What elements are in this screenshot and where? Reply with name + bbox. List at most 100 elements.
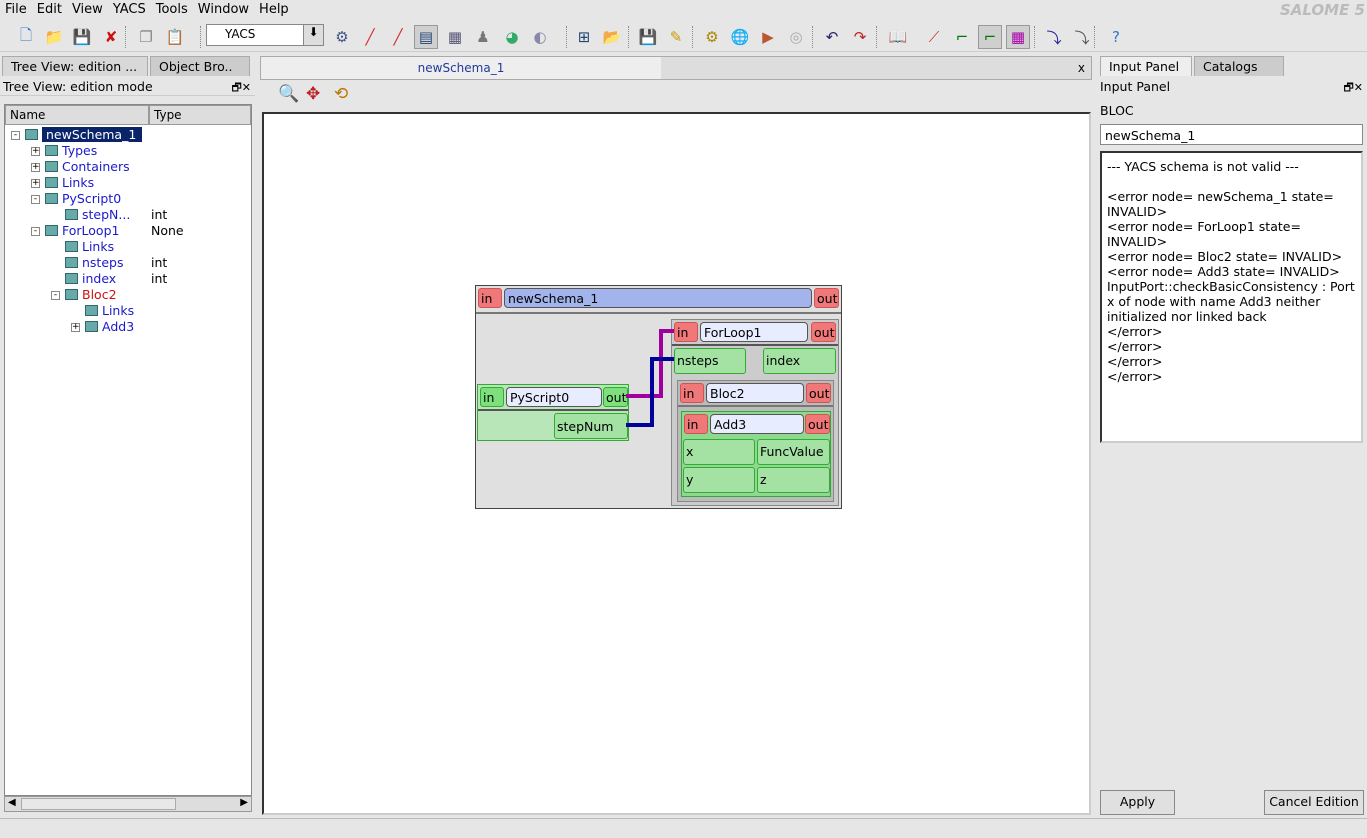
- geom-icon[interactable]: ╱: [358, 25, 382, 49]
- tree-node-icon: [25, 129, 38, 140]
- whats-this-icon[interactable]: ?: [1104, 25, 1128, 49]
- message-line: <error node= Bloc2 state= INVALID>: [1107, 249, 1343, 264]
- cancel-edition-button[interactable]: Cancel Edition: [1264, 790, 1364, 815]
- step-icon[interactable]: ⤵: [1042, 25, 1066, 49]
- save-schema-icon[interactable]: 💾: [636, 25, 660, 49]
- expand-icon[interactable]: +: [31, 179, 40, 188]
- edit-icon[interactable]: ✎: [664, 25, 688, 49]
- menu-help[interactable]: Help: [254, 0, 294, 17]
- tree-item-name: Links: [82, 239, 115, 254]
- tree-node-icon: [65, 241, 78, 252]
- message-line: <error node= Add3 state= INVALID>: [1107, 264, 1340, 279]
- tree-item-name: newSchema_1: [42, 127, 143, 142]
- tree-item-name: ForLoop1: [62, 223, 120, 238]
- copy-icon[interactable]: ❐: [134, 25, 158, 49]
- module-combo[interactable]: YACS ⬇: [206, 24, 324, 46]
- collapse-icon[interactable]: -: [31, 227, 40, 236]
- scroll-right-icon[interactable]: ▶: [240, 797, 248, 808]
- reset-view-icon[interactable]: ⟲: [334, 84, 348, 104]
- menu-yacs[interactable]: YACS: [108, 0, 151, 17]
- float-close-icon[interactable]: 🗗✕: [231, 79, 251, 98]
- tree-item[interactable]: Add3: [85, 319, 134, 335]
- tree-item[interactable]: newSchema_1: [25, 127, 143, 143]
- extra-icon[interactable]: ◐: [528, 25, 552, 49]
- book-icon[interactable]: 📖: [886, 25, 910, 49]
- toolbar: YACS ⬇ 🗋 📁 💾 ✘ ❐ 📋 ⚙ ╱ ╱ ▤ ▦ ♟ ◕ ◐ ⊞ 📂 💾 ✎ ⚙ 🌐 ▶ ◎ ↶ ↷ 📖 ⟋ ⌐ ⌐ ▦ ⤵ ⤵?: [0, 22, 1367, 52]
- schema-node[interactable]: in newSchema_1 out in PyScript0 out step…: [475, 285, 842, 509]
- tree-item[interactable]: Types: [45, 143, 97, 159]
- message-line: [1107, 174, 1356, 189]
- pan-icon[interactable]: ✥: [306, 84, 320, 104]
- tree-item[interactable]: Links: [65, 239, 114, 255]
- paste-icon[interactable]: 📋: [163, 25, 187, 49]
- tab-tree-view[interactable]: Tree View: edition ...: [2, 56, 148, 76]
- save-icon[interactable]: 💾: [70, 25, 94, 49]
- tab-input-panel[interactable]: Input Panel: [1100, 56, 1192, 76]
- expand-icon[interactable]: +: [31, 163, 40, 172]
- link-icon[interactable]: ⟋: [922, 25, 946, 49]
- close-tab-icon[interactable]: x: [1078, 61, 1085, 75]
- message-line: <error node= ForLoop1 state= INVALID>: [1107, 219, 1301, 249]
- settings-icon[interactable]: ⚙: [700, 25, 724, 49]
- menu-file[interactable]: File: [0, 0, 32, 17]
- post-icon[interactable]: ♟: [471, 25, 495, 49]
- tree-icon[interactable]: ▤: [414, 25, 438, 49]
- execute-icon[interactable]: ▶: [756, 25, 780, 49]
- tree-item[interactable]: PyScript0: [45, 191, 121, 207]
- messages-textarea[interactable]: --- YACS schema is not valid --- <error n…: [1100, 151, 1363, 443]
- med-icon[interactable]: ▦: [443, 25, 467, 49]
- expand-icon[interactable]: +: [31, 147, 40, 156]
- expand-icon[interactable]: +: [71, 323, 80, 332]
- catalog-icon[interactable]: 🌐: [728, 25, 752, 49]
- tree-view[interactable]: Name Type - newSchema_1 + Types + Containers +…: [4, 104, 252, 796]
- menu-view[interactable]: View: [67, 0, 108, 17]
- tab-newschema[interactable]: newSchema_1: [261, 57, 661, 79]
- tree-item[interactable]: Bloc2: [65, 287, 117, 303]
- collapse-icon[interactable]: -: [51, 291, 60, 300]
- toolbar-separator: [566, 26, 568, 48]
- close-icon[interactable]: ✘: [99, 25, 123, 49]
- toolbar-separator: [200, 26, 202, 48]
- column-header-type[interactable]: Type: [149, 105, 251, 125]
- tree-item[interactable]: ForLoop1: [45, 223, 119, 239]
- schema-canvas[interactable]: in newSchema_1 out in PyScript0 out step…: [262, 112, 1091, 815]
- tree-item[interactable]: Containers: [45, 159, 130, 175]
- tree-item[interactable]: nsteps: [65, 255, 123, 271]
- node-name-input[interactable]: newSchema_1: [1100, 124, 1363, 145]
- smesh-icon[interactable]: ╱: [386, 25, 410, 49]
- step2-icon[interactable]: ⤵: [1070, 25, 1094, 49]
- dropdown-arrow-icon[interactable]: ⬇: [303, 25, 323, 45]
- menu-edit[interactable]: Edit: [32, 0, 67, 17]
- tree-item-type: None: [151, 223, 184, 238]
- stop-icon[interactable]: ◎: [784, 25, 808, 49]
- undo-icon[interactable]: ↶: [820, 25, 844, 49]
- redo-icon[interactable]: ↷: [848, 25, 872, 49]
- column-header-name[interactable]: Name: [5, 105, 149, 125]
- horizontal-scrollbar[interactable]: ◀ ▶: [4, 796, 252, 812]
- scroll-left-icon[interactable]: ◀: [8, 797, 16, 808]
- tree-item[interactable]: Links: [85, 303, 134, 319]
- visu-icon[interactable]: ◕: [500, 25, 524, 49]
- grid-icon[interactable]: ▦: [1006, 25, 1030, 49]
- arrange2-icon[interactable]: ⌐: [978, 25, 1002, 49]
- tab-catalogs[interactable]: Catalogs: [1194, 56, 1284, 76]
- zoom-icon[interactable]: 🔍: [278, 84, 299, 104]
- tree-item[interactable]: index: [65, 271, 116, 287]
- new-icon[interactable]: 🗋: [14, 25, 38, 49]
- dump-icon[interactable]: ⚙: [330, 25, 354, 49]
- scrollbar-thumb[interactable]: [21, 798, 176, 810]
- apply-button[interactable]: Apply: [1100, 790, 1175, 815]
- collapse-icon[interactable]: -: [11, 131, 20, 140]
- schema-icon[interactable]: ⊞: [572, 25, 596, 49]
- panel-title: Input Panel: [1100, 79, 1171, 94]
- arrange-icon[interactable]: ⌐: [950, 25, 974, 49]
- tree-item[interactable]: Links: [45, 175, 94, 191]
- import-icon[interactable]: 📂: [600, 25, 624, 49]
- menu-tools[interactable]: Tools: [151, 0, 193, 17]
- menu-window[interactable]: Window: [193, 0, 254, 17]
- collapse-icon[interactable]: -: [31, 195, 40, 204]
- tree-item[interactable]: stepN...: [65, 207, 130, 223]
- tab-object-browser[interactable]: Object Bro..: [150, 56, 250, 76]
- open-icon[interactable]: 📁: [42, 25, 66, 49]
- float-close-icon[interactable]: 🗗✕: [1343, 79, 1363, 98]
